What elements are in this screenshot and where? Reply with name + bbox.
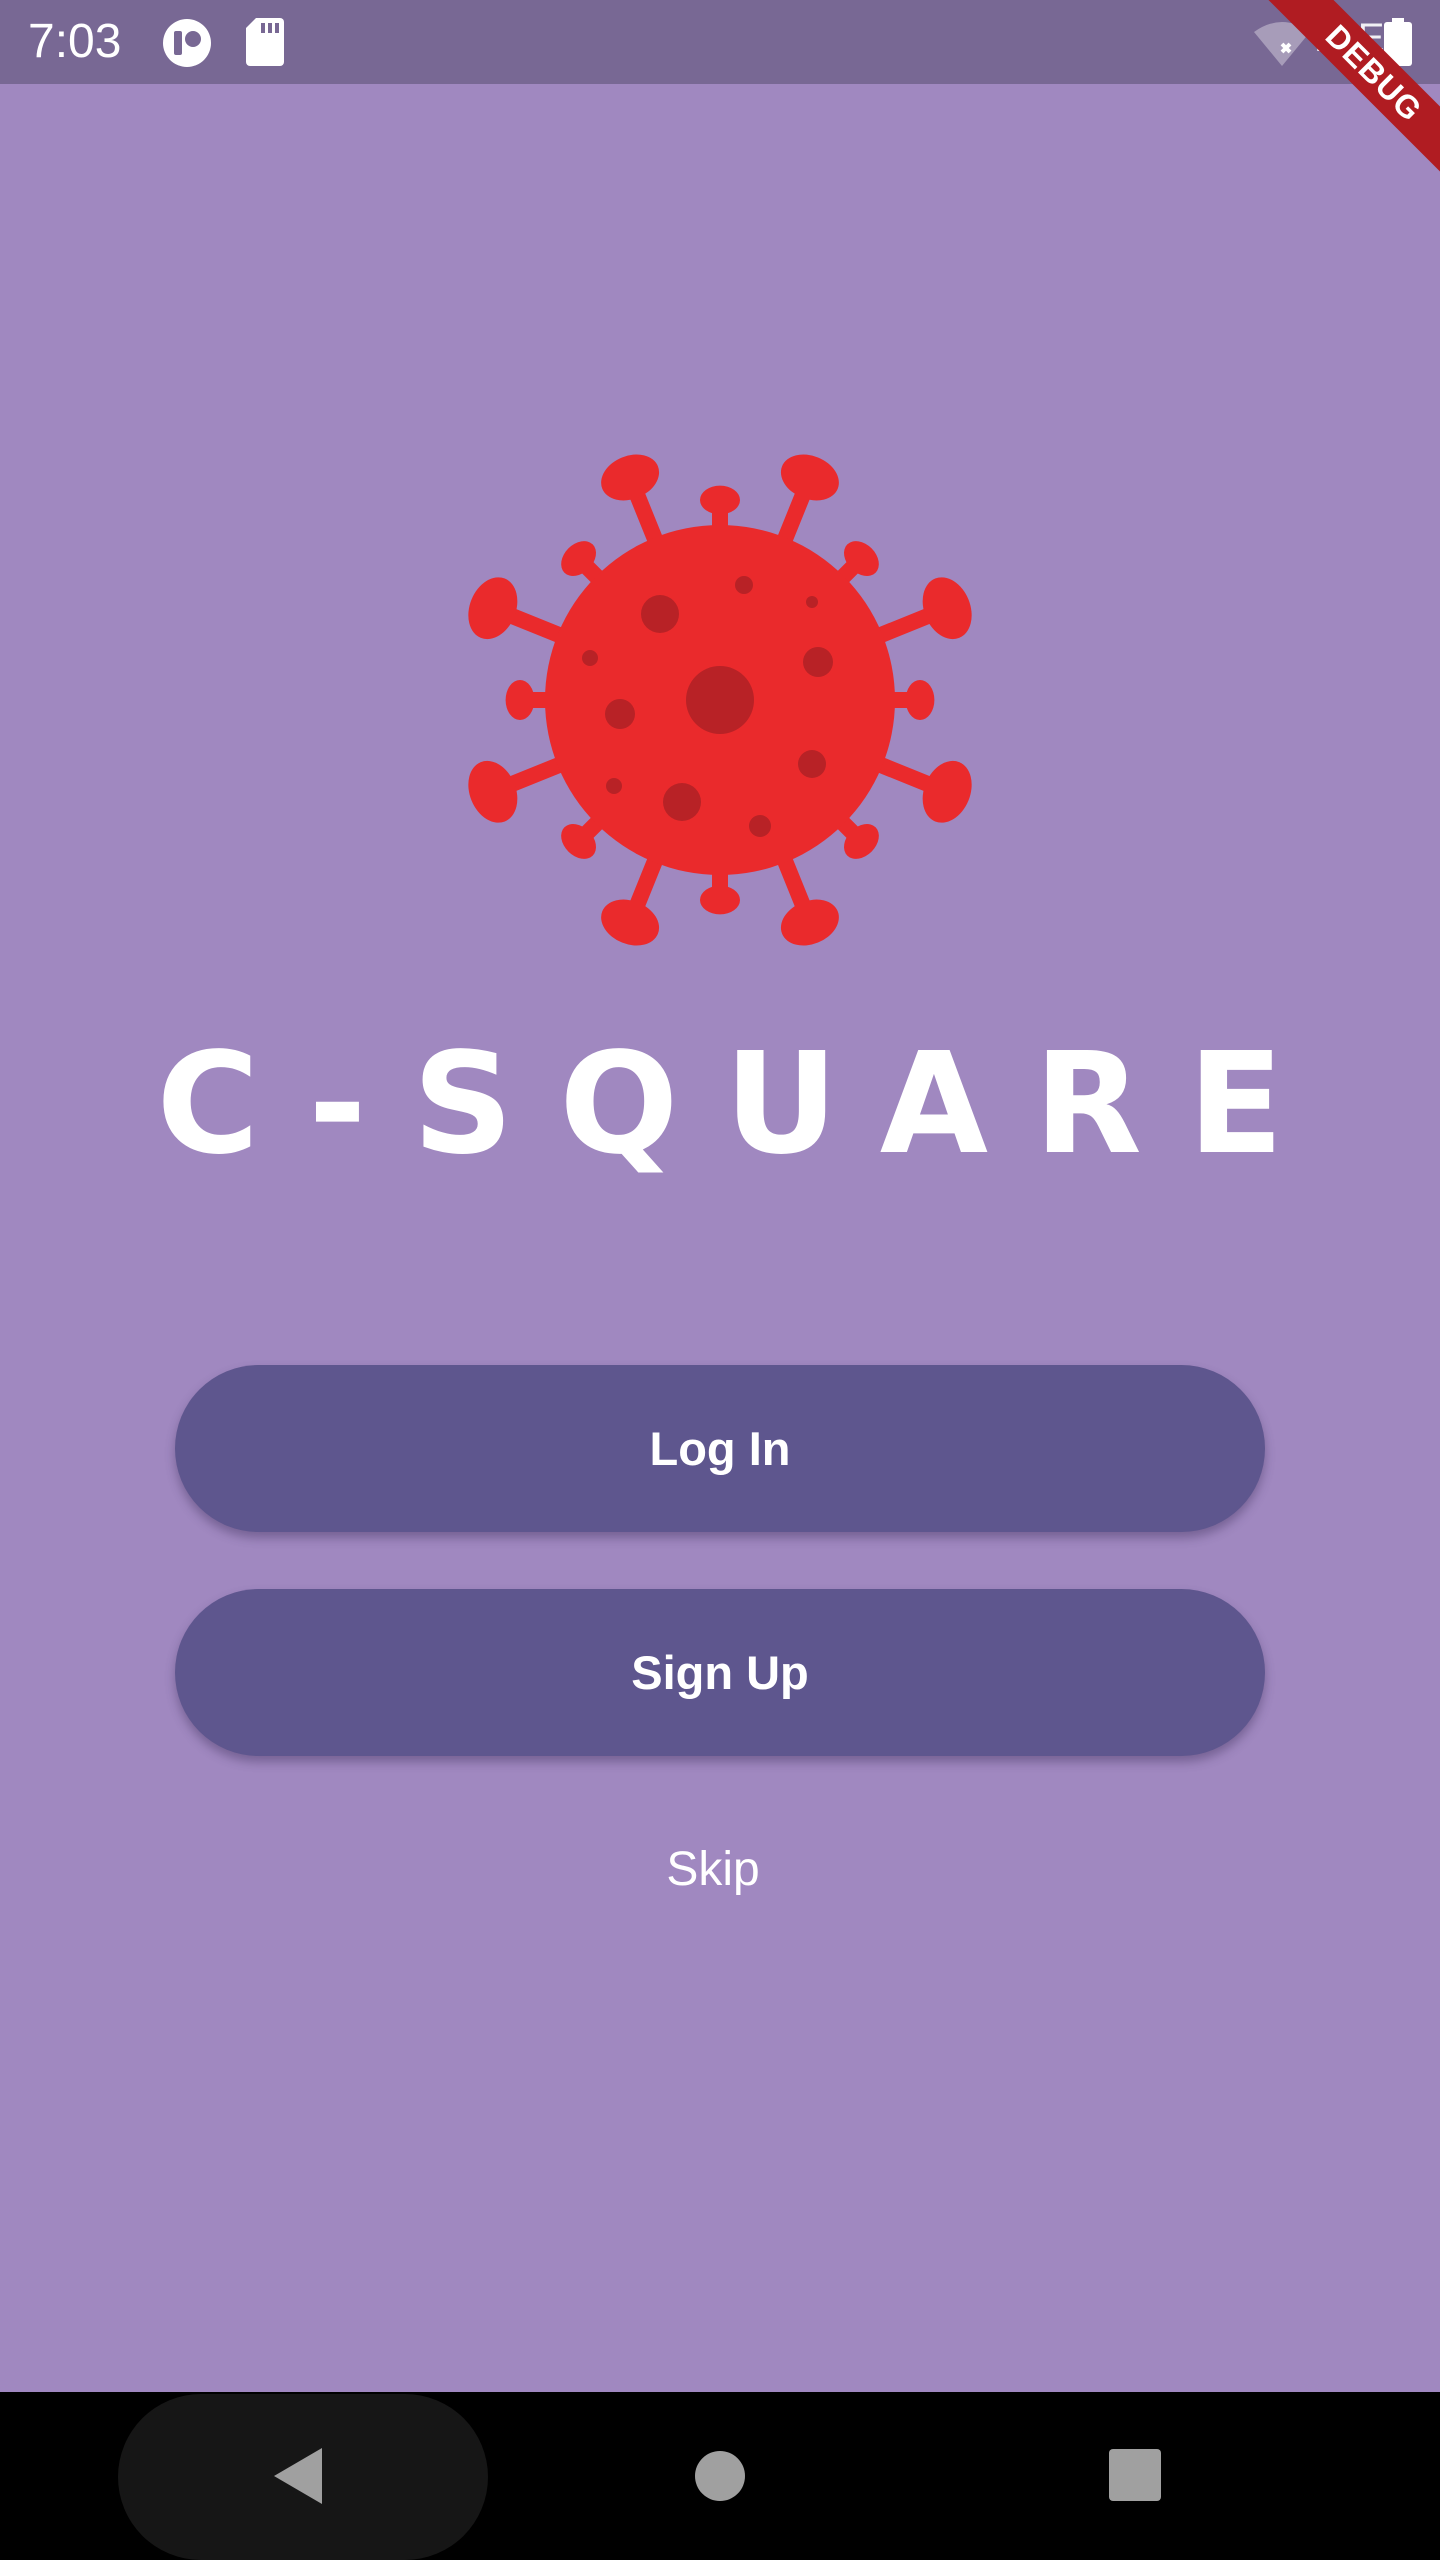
battery-icon [1384, 18, 1412, 66]
virus-spike-tip [505, 680, 535, 720]
login-button[interactable]: Log In [175, 1365, 1265, 1532]
signup-button[interactable]: Sign Up [175, 1589, 1265, 1756]
status-bar: 7:03 LTE [0, 0, 1440, 84]
virus-spike-tip [780, 454, 839, 501]
skip-button[interactable]: Skip [570, 1838, 856, 1902]
virus-spike-tip [700, 885, 740, 915]
app-notification-icon [163, 19, 211, 67]
virus-spike-tip [922, 577, 972, 640]
virus-spike-tip [468, 577, 518, 640]
sd-card-icon [246, 18, 284, 66]
brand-title: C-SQUARE [156, 1023, 1330, 1186]
virus-spike-tip [922, 760, 972, 823]
virus-spike-tip [780, 899, 839, 946]
virus-spike-tip [468, 760, 518, 823]
home-circle-icon[interactable] [694, 2450, 746, 2502]
virus-icon [468, 454, 972, 946]
back-triangle-icon[interactable] [268, 2444, 328, 2508]
wifi-off-icon [1254, 22, 1310, 66]
virus-spike-tip [905, 680, 935, 720]
virus-spike-tip [601, 899, 660, 946]
lte-label: LTE [1314, 16, 1385, 60]
navigation-bar [0, 2392, 1440, 2560]
recents-square-icon[interactable] [1108, 2448, 1162, 2502]
virus-spike-tip [601, 454, 660, 501]
virus-spike-tip [700, 485, 740, 515]
status-time: 7:03 [28, 15, 122, 68]
